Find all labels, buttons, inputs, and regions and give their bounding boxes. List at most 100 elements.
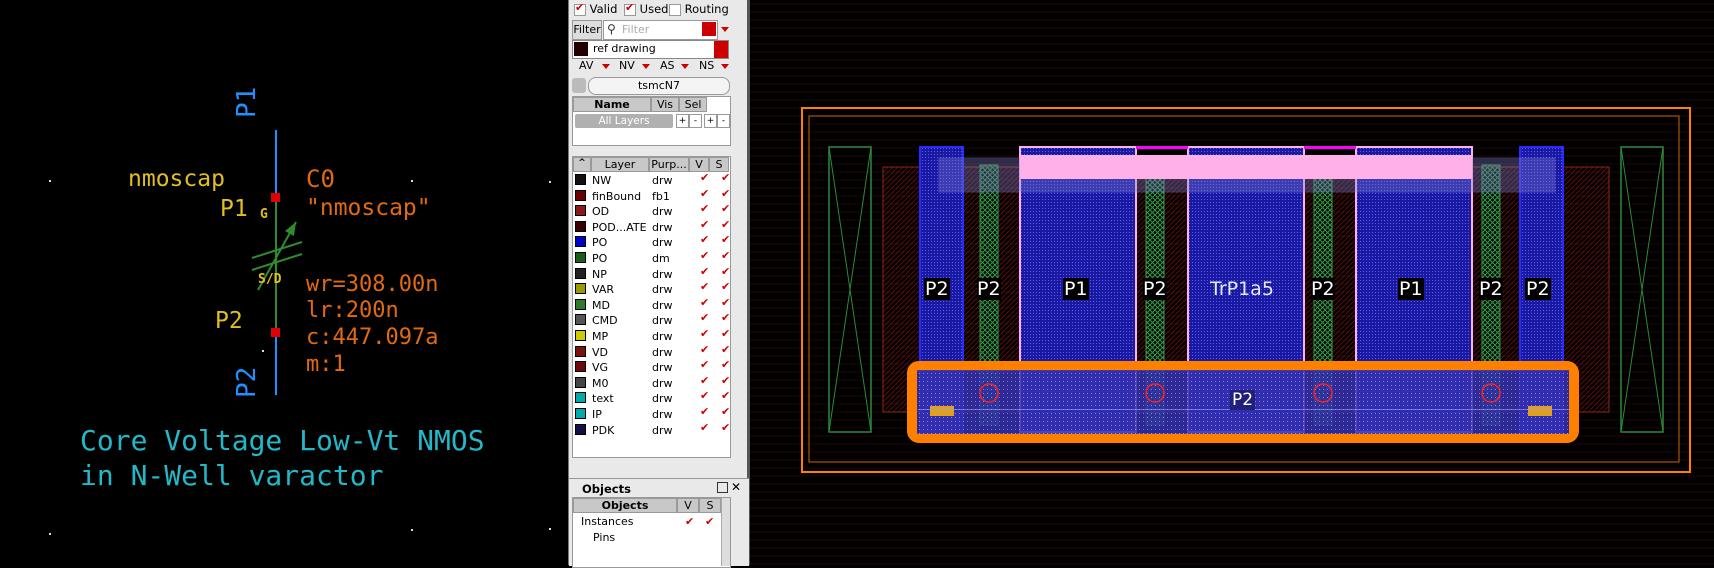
layer-row[interactable]: PDK drw [573,421,743,440]
valid-checkbox[interactable]: Valid [574,1,617,16]
layer-visible-checkbox[interactable] [700,202,711,216]
layer-selectable-checkbox[interactable] [721,171,732,185]
layer-visible-checkbox[interactable] [700,218,711,232]
layer-selectable-checkbox[interactable] [721,202,732,216]
layer-selectable-checkbox[interactable] [721,405,732,419]
lock-icon[interactable] [572,78,586,93]
objects-v-header[interactable]: V [677,498,699,513]
layer-palette: Valid Used Routing Filter ⚲ Filter ref d… [568,0,750,568]
objects-scrollbar[interactable] [721,498,730,566]
instances-s-checkbox[interactable] [705,515,716,529]
layer-swatch [575,283,586,295]
toggle-av[interactable]: AV [579,59,593,72]
layer-purpose: drw [652,376,673,390]
toggle-ns-dropdown-icon[interactable] [721,64,729,69]
routing-checkbox[interactable]: Routing [669,2,729,16]
objects-row-instances[interactable]: Instances [573,515,719,530]
layer-row[interactable]: M0 drw [573,374,743,393]
layer-column-header[interactable]: Layer [591,157,649,172]
layer-row[interactable]: VG drw [573,358,743,377]
purpose-column-header[interactable]: Purp... [649,157,689,172]
filter-clear-button[interactable] [702,22,716,36]
layer-row[interactable]: text drw [573,389,743,408]
close-icon[interactable]: ✕ [731,480,741,494]
layer-row[interactable]: VD drw [573,343,743,362]
layer-row[interactable]: POD...ATE drw [573,218,743,237]
instances-v-checkbox[interactable] [685,515,696,529]
layer-visible-checkbox[interactable] [700,327,711,341]
layer-visible-checkbox[interactable] [700,311,711,325]
layer-row[interactable]: OD drw [573,202,743,221]
layer-selectable-checkbox[interactable] [721,187,732,201]
sel-column-header[interactable]: Sel [679,97,707,112]
all-layers-row[interactable]: All Layers [575,114,673,128]
all-vis-plus-button[interactable]: + [676,114,689,128]
v-column-header[interactable]: V [689,157,709,172]
layer-row[interactable]: IP drw [573,405,743,424]
layer-visible-checkbox[interactable] [700,187,711,201]
toggle-nv-dropdown-icon[interactable] [642,64,650,69]
filter-search-box[interactable]: ⚲ Filter [603,20,718,40]
layer-selectable-checkbox[interactable] [721,265,732,279]
layer-row[interactable]: MD drw [573,296,743,315]
layer-selectable-checkbox[interactable] [721,421,732,435]
layout-canvas[interactable]: P2 P2 P1 P2 TrP1a5 P2 P1 P2 P2 P2 [750,0,1714,565]
layer-visible-checkbox[interactable] [700,358,711,372]
layer-selectable-checkbox[interactable] [721,233,732,247]
layer-visible-checkbox[interactable] [700,405,711,419]
undock-icon[interactable] [717,482,728,493]
layer-row[interactable]: finBound fb1 [573,187,743,206]
schematic-canvas[interactable]: P1 P2 nmoscap C0 "nmoscap" P1 P2 G S/D w… [0,0,568,565]
objects-row-instances-label: Instances [581,515,634,528]
objects-column-header[interactable]: Objects [573,498,677,513]
layer-selectable-checkbox[interactable] [721,374,732,388]
layer-visible-checkbox[interactable] [700,296,711,310]
pin-box-right [1528,406,1552,416]
layer-selectable-checkbox[interactable] [721,249,732,263]
toggle-ns[interactable]: NS [699,59,714,72]
toggle-as-dropdown-icon[interactable] [681,64,689,69]
layer-selectable-checkbox[interactable] [721,218,732,232]
layer-visible-checkbox[interactable] [700,374,711,388]
layer-row[interactable]: MP drw [573,327,743,346]
vis-column-header[interactable]: Vis [651,97,679,112]
layer-selectable-checkbox[interactable] [721,327,732,341]
filter-dropdown-icon[interactable] [721,27,729,32]
sort-icon[interactable]: ^ [573,157,591,172]
toggle-as[interactable]: AS [660,59,675,72]
tech-library-button[interactable]: tsmcN7 [588,77,730,95]
layer-row[interactable]: NP drw [573,265,743,284]
layer-visible-checkbox[interactable] [700,249,711,263]
layer-selectable-checkbox[interactable] [721,296,732,310]
layer-visible-checkbox[interactable] [700,343,711,357]
layer-selectable-checkbox[interactable] [721,389,732,403]
all-sel-minus-button[interactable]: - [717,114,730,128]
s-column-header[interactable]: S [709,157,729,172]
filter-button[interactable]: Filter [572,20,602,40]
layer-row[interactable]: VAR drw [573,280,743,299]
layer-selectable-checkbox[interactable] [721,280,732,294]
toggle-nv[interactable]: NV [619,59,635,72]
layer-visible-checkbox[interactable] [700,421,711,435]
all-sel-plus-button[interactable]: + [704,114,717,128]
layer-row[interactable]: PO drw [573,233,743,252]
layer-row[interactable]: CMD drw [573,311,743,330]
toggle-av-dropdown-icon[interactable] [602,64,610,69]
objects-row-pins[interactable]: Pins [573,531,719,546]
layer-visible-checkbox[interactable] [700,233,711,247]
layer-selectable-checkbox[interactable] [721,311,732,325]
layer-visible-checkbox[interactable] [700,265,711,279]
layer-row[interactable]: PO dm [573,249,743,268]
layer-selectable-checkbox[interactable] [721,343,732,357]
layer-visible-checkbox[interactable] [700,280,711,294]
layer-selectable-checkbox[interactable] [721,358,732,372]
objects-row-pins-label: Pins [593,531,616,544]
layer-visible-checkbox[interactable] [700,389,711,403]
objects-s-header[interactable]: S [699,498,721,513]
layer-visible-checkbox[interactable] [700,171,711,185]
all-vis-minus-button[interactable]: - [689,114,702,128]
name-column-header[interactable]: Name [573,97,651,112]
ref-drawing-select[interactable]: ref drawing [572,40,729,59]
used-checkbox[interactable]: Used [624,1,668,16]
layer-row[interactable]: NW drw [573,171,743,190]
